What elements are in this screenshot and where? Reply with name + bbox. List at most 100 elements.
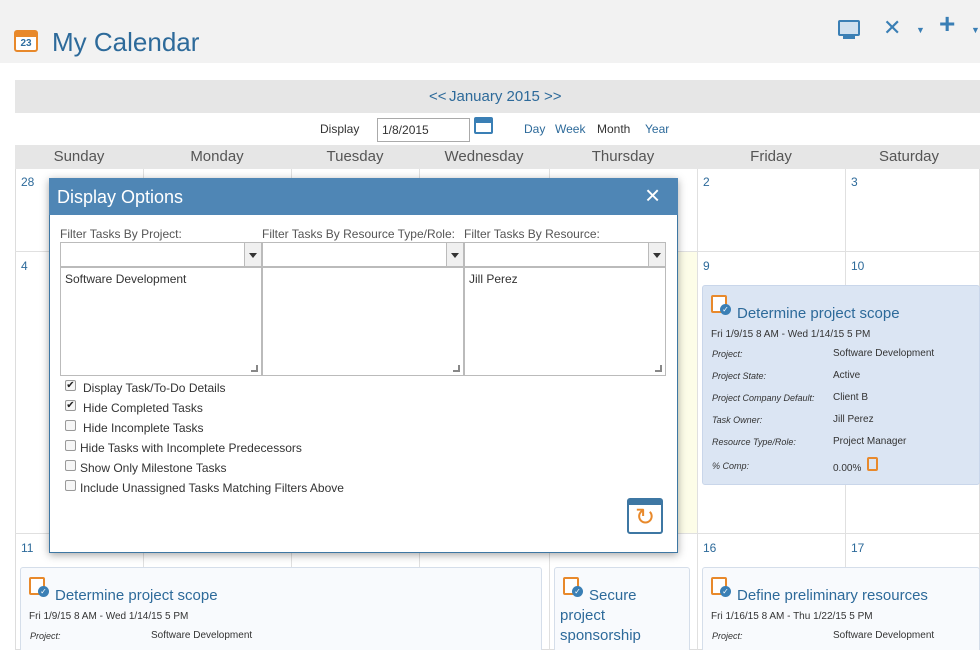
weekday-thursday: Thursday [591,148,655,165]
filter-project-label: Filter Tasks By Project: [60,227,182,241]
day-number[interactable]: 2 [703,175,710,189]
weekday-saturday: Saturday [878,148,940,165]
day-number[interactable]: 11 [21,541,33,555]
option-label: Hide Tasks with Incomplete Predecessors [80,441,302,455]
field-value: Jill Perez [833,414,874,425]
option-label: Display Task/To-Do Details [83,381,226,395]
view-year-link[interactable]: Year [645,122,669,136]
resize-handle[interactable] [251,365,258,372]
chevron-down-icon[interactable]: ▼ [971,25,980,35]
day-number[interactable]: 9 [703,259,710,273]
display-date-input[interactable] [377,118,470,142]
task-dates: Fri 1/16/15 8 AM - Thu 1/22/15 5 PM [711,611,873,622]
field-value: Software Development [151,630,253,641]
task-dates: Fri 1/9/15 8 AM - Wed 1/14/15 5 PM [29,611,189,622]
task-title-line[interactable]: Secure [589,587,637,604]
display-details-checkbox[interactable]: ✔ [65,380,76,391]
field-label: Project State: [712,371,767,381]
field-value: Project Manager [833,436,907,447]
filter-resource-select[interactable] [464,242,666,267]
include-unassigned-checkbox[interactable] [65,480,76,491]
edit-icon[interactable] [867,457,878,471]
field-value: Software Development [833,348,935,359]
view-month-link[interactable]: Month [597,122,630,136]
field-value: Client B [833,392,869,403]
calendar-icon: 23 [14,30,38,52]
task-title-line[interactable]: sponsorship [560,627,641,644]
hide-predecessors-checkbox[interactable] [65,440,76,451]
hide-incomplete-checkbox[interactable] [65,420,76,431]
plus-icon[interactable]: + [939,10,955,38]
filter-project-select[interactable] [60,242,262,267]
grid-line [697,169,698,650]
field-value: Software Development [833,630,935,641]
weekday-sunday: Sunday [53,148,105,165]
weekday-friday: Friday [750,148,792,165]
page-title: My Calendar [52,27,200,57]
option-label: Hide Incomplete Tasks [83,421,204,435]
task-icon [711,577,731,597]
option-label: Include Unassigned Tasks Matching Filter… [80,481,344,495]
filter-resource-label: Filter Tasks By Resource: [464,227,600,241]
day-number[interactable]: 4 [21,259,28,273]
option-label: Show Only Milestone Tasks [80,461,227,475]
hide-completed-checkbox[interactable]: ✔ [65,400,76,411]
refresh-icon: ↻ [634,504,656,531]
task-icon [29,577,49,597]
filter-role-select[interactable] [262,242,464,267]
field-label: Project: [712,349,743,359]
chevron-down-icon[interactable] [244,243,261,266]
wrench-icon[interactable]: ✕ [883,17,901,39]
monitor-icon[interactable] [838,20,860,36]
weekday-wednesday: Wednesday [444,148,524,165]
display-row [15,113,980,145]
filter-project-list[interactable]: Software Development [60,267,262,376]
task-title[interactable]: Determine project scope [55,587,218,604]
filter-role-list[interactable] [262,267,464,376]
task-card[interactable] [20,567,542,650]
task-dates: Fri 1/9/15 8 AM - Wed 1/14/15 5 PM [711,329,871,340]
today-highlight [678,252,697,533]
view-week-link[interactable]: Week [555,122,585,136]
day-number[interactable]: 10 [851,259,864,273]
day-number[interactable]: 17 [851,541,864,555]
refresh-button[interactable]: ↻ [627,498,663,534]
field-value: Active [833,370,861,381]
list-item[interactable]: Software Development [65,272,257,286]
chevron-down-icon[interactable] [648,243,665,266]
field-label: Project: [712,631,743,641]
field-label: Project: [30,631,61,641]
option-label: Hide Completed Tasks [83,401,203,415]
prev-month-link[interactable]: << [429,80,447,113]
task-title[interactable]: Define preliminary resources [737,587,928,604]
field-label: Project Company Default: [712,393,815,403]
next-month-link[interactable]: >> [544,80,562,113]
filter-resource-list[interactable]: Jill Perez [464,267,666,376]
calendar-picker-icon[interactable] [474,117,493,134]
monitor-stand [843,36,855,39]
month-label: January 2015 [449,88,540,105]
task-icon [563,577,583,597]
field-label: % Comp: [712,461,750,471]
field-label: Task Owner: [712,415,763,425]
milestone-only-checkbox[interactable] [65,460,76,471]
field-value: 0.00% [833,463,862,474]
chevron-down-icon[interactable]: ▼ [916,25,925,35]
field-label: Resource Type/Role: [712,437,796,447]
weekday-tuesday: Tuesday [326,148,384,165]
day-number[interactable]: 16 [703,541,716,555]
list-item[interactable]: Jill Perez [469,272,661,286]
day-number[interactable]: 28 [21,175,34,189]
filter-role-label: Filter Tasks By Resource Type/Role: [262,227,455,241]
task-icon [711,295,731,315]
task-title[interactable]: Determine project scope [737,305,900,322]
chevron-down-icon[interactable] [446,243,463,266]
task-title-line[interactable]: project [560,607,605,624]
close-icon[interactable]: × [645,180,660,210]
day-number[interactable]: 3 [851,175,858,189]
view-day-link[interactable]: Day [524,122,545,136]
dialog-title: Display Options [57,187,184,207]
resize-handle[interactable] [655,365,662,372]
display-label: Display [320,122,360,136]
resize-handle[interactable] [453,365,460,372]
